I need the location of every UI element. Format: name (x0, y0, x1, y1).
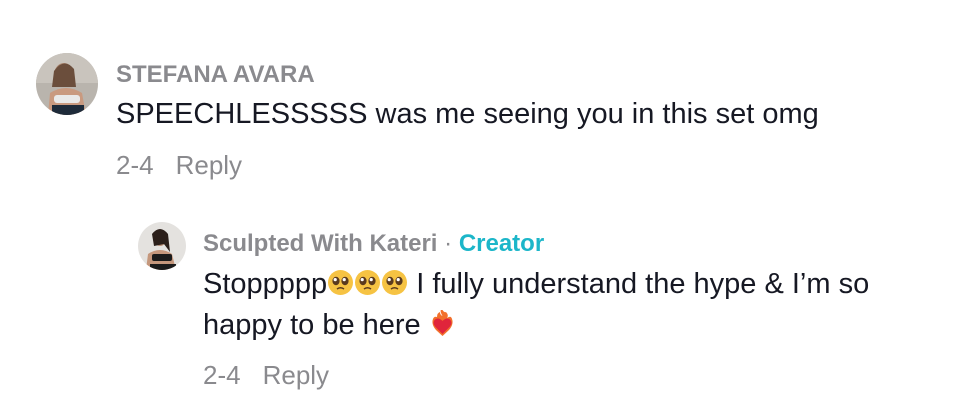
heart-on-fire-emoji-icon (429, 308, 456, 336)
comment-date: 2-4 (116, 150, 154, 180)
comment-author[interactable]: STEFANA AVARA (116, 61, 315, 89)
pleading-face-emoji-icon (381, 267, 408, 295)
creator-badge: Creator (458, 230, 545, 257)
profile-photo-icon (36, 53, 98, 115)
profile-photo-icon (138, 222, 186, 270)
comment-meta: 2-4 Reply (116, 150, 242, 181)
reply-text-part1: Stoppppp (203, 268, 328, 300)
comment-text: SPEECHLESSSSS was me seeing you in this … (116, 98, 819, 130)
reply-button[interactable]: Reply (263, 360, 329, 390)
reply-button[interactable]: Reply (176, 150, 242, 180)
reply-meta: 2-4 Reply (203, 360, 329, 391)
pleading-face-emoji-icon (327, 267, 354, 295)
avatar-stefana[interactable] (36, 53, 98, 115)
pleading-face-emoji-icon (354, 267, 381, 295)
reply-text-part3: happy to be here (203, 309, 421, 341)
reply-item: Sculpted With Kateri · Creator Stoppppp … (0, 200, 964, 414)
reply-text-part2: I fully understand the hype & I’m so (408, 268, 870, 300)
avatar-kateri[interactable] (138, 222, 186, 270)
comment-item: STEFANA AVARA SPEECHLESSSSS was me seein… (0, 0, 964, 200)
reply-date: 2-4 (203, 360, 241, 390)
reply-author[interactable]: Sculpted With Kateri (203, 230, 437, 257)
separator-dot: · (444, 230, 453, 257)
reply-text: Stoppppp I fully understand the hype & I… (203, 264, 943, 346)
reply-author-line: Sculpted With Kateri · Creator (203, 230, 544, 258)
